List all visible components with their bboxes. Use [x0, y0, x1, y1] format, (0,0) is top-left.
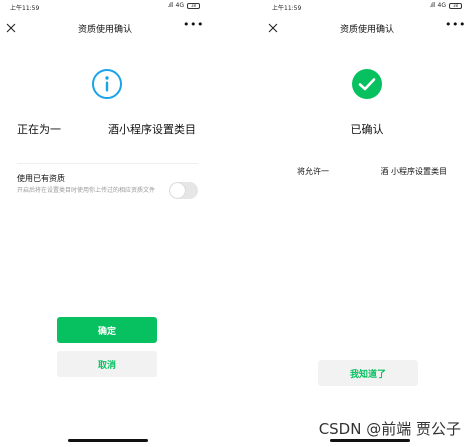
status-bar: 上午11:59 .ıll 4G 38: [0, 0, 210, 13]
page-title: 资质使用确认: [77, 25, 132, 35]
battery-icon: 38: [187, 2, 200, 9]
more-icon: •••: [183, 18, 204, 31]
more-icon: •••: [445, 18, 466, 31]
allow-message-target: 酒 小程序设置类目: [380, 167, 447, 176]
resource-title: 使用已有资质: [17, 174, 65, 183]
resource-description: 开启后将在设置类目时使用你上传过的相应资质文件: [17, 187, 156, 194]
toggle-knob: [170, 183, 185, 198]
more-button[interactable]: •••: [183, 18, 204, 31]
cancel-button[interactable]: 取消: [57, 351, 157, 377]
nav-bar: 资质使用确认 •••: [0, 14, 210, 40]
success-check-icon: [351, 68, 383, 100]
status-bar: 上午11:59 .ıll 4G 38: [262, 0, 472, 13]
home-indicator[interactable]: [330, 439, 410, 442]
confirm-message-prefix: 正在为一: [17, 123, 61, 136]
confirmed-title: 已确认: [350, 123, 384, 136]
info-icon: [91, 68, 123, 100]
signal-icon: .ıll: [167, 2, 173, 9]
confirm-button[interactable]: 确定: [57, 317, 157, 343]
network-label: 4G: [175, 2, 184, 9]
left-screen: 上午11:59 .ıll 4G 38 资质使用确认 ••• 正在为一 酒小程序设…: [0, 0, 210, 447]
nav-bar: 资质使用确认 •••: [262, 14, 472, 40]
watermark: CSDN @前端 贾公子: [318, 420, 461, 438]
home-indicator[interactable]: [68, 439, 148, 442]
status-indicators: .ıll 4G 38: [430, 2, 462, 9]
page-title: 资质使用确认: [339, 25, 394, 35]
use-resource-toggle[interactable]: [169, 182, 198, 199]
stage: 上午11:59 .ıll 4G 38 资质使用确认 ••• 正在为一 酒小程序设…: [0, 0, 475, 447]
status-indicators: .ıll 4G 38: [168, 2, 200, 9]
battery-icon: 38: [449, 2, 462, 9]
divider: [17, 163, 198, 164]
allow-message-prefix: 将允许一: [297, 167, 329, 176]
confirm-message: 正在为一 酒小程序设置类目: [17, 121, 196, 137]
allow-message: 将允许一 酒 小程序设置类目: [297, 166, 447, 177]
signal-icon: .ıll: [429, 2, 435, 9]
status-time: 上午11:59: [272, 5, 302, 12]
right-screen: 上午11:59 .ıll 4G 38 资质使用确认 ••• 已确认 将允许一 酒…: [262, 0, 472, 447]
confirm-message-target: 酒小程序设置类目: [108, 123, 196, 136]
got-it-button[interactable]: 我知道了: [318, 360, 418, 386]
network-label: 4G: [437, 2, 446, 9]
more-button[interactable]: •••: [445, 18, 466, 31]
status-time: 上午11:59: [10, 5, 40, 12]
